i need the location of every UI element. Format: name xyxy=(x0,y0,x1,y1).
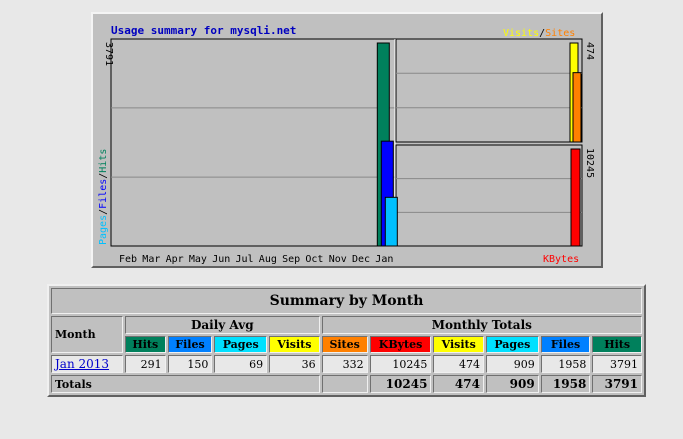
value-cell: 1958 xyxy=(540,355,591,373)
totals-spacer xyxy=(321,375,368,393)
total-cell: 474 xyxy=(433,375,484,393)
month-tick-label: Apr xyxy=(166,254,184,265)
daily-hits-header: Hits xyxy=(125,336,166,353)
month-tick-label: Jun xyxy=(212,254,230,265)
legend-sites: Sites xyxy=(545,28,575,39)
visits-plot-frame xyxy=(395,38,583,143)
sites-bar xyxy=(572,72,582,143)
monthly-totals-header: Monthly Totals xyxy=(321,316,642,334)
monthly-files-header: Files xyxy=(540,336,591,353)
month-tick-label: Nov xyxy=(329,254,347,265)
month-tick-label: Aug xyxy=(259,254,277,265)
column-headers-row: Hits Files Pages Visits Sites KBytes Visits Pag… xyxy=(51,336,642,353)
month-cell[interactable]: Jan 2013 xyxy=(51,355,123,373)
month-tick-label: Jul xyxy=(236,254,254,265)
legend-visits-sites: Visits/Sites xyxy=(503,28,575,39)
total-cell: 10245 xyxy=(369,375,432,393)
month-tick-label: Sep xyxy=(282,254,300,265)
daily-avg-header: Daily Avg xyxy=(125,316,320,334)
value-cell: 3791 xyxy=(592,355,642,373)
kbytes-max-label: 10245 xyxy=(584,148,595,178)
daily-visits-header: Visits xyxy=(269,336,320,353)
total-cell: 909 xyxy=(485,375,539,393)
hits-max-label: 3791 xyxy=(103,42,114,66)
legend-pages: Pages xyxy=(98,215,109,245)
legend-pages-files-hits: Pages/Files/Hits xyxy=(98,149,109,245)
legend-files: Files xyxy=(98,179,109,209)
month-link[interactable]: Jan 2013 xyxy=(55,357,109,371)
monthly-visits-header: Visits xyxy=(433,336,484,353)
totals-row: Totals 10245 474 909 1958 3791 xyxy=(51,375,642,393)
total-cell: 3791 xyxy=(592,375,642,393)
monthly-kbytes-header: KBytes xyxy=(369,336,432,353)
visits-max-label: 474 xyxy=(584,42,595,60)
summary-by-month-table: Summary by Month Month Daily Avg Monthly… xyxy=(47,284,646,397)
daily-files-header: Files xyxy=(167,336,213,353)
legend-kbytes: KBytes xyxy=(543,254,579,265)
kbytes-bar xyxy=(570,148,581,247)
kbytes-plot-frame xyxy=(395,144,583,247)
legend-hits: Hits xyxy=(98,149,109,173)
month-column-header: Month xyxy=(51,316,123,353)
usage-graph: Usage summary for mysqli.net Visits/Sites… xyxy=(91,12,603,268)
value-cell: 150 xyxy=(167,355,213,373)
value-cell: 10245 xyxy=(369,355,432,373)
monthly-pages-header: Pages xyxy=(485,336,539,353)
value-cell: 291 xyxy=(125,355,166,373)
monthly-hits-header: Hits xyxy=(592,336,642,353)
hits-plot-frame xyxy=(110,38,396,247)
value-cell: 332 xyxy=(321,355,368,373)
value-cell: 69 xyxy=(214,355,268,373)
table-row: Jan 2013 291 150 69 36 332 10245 474 909 1958 379… xyxy=(51,355,642,373)
value-cell: 474 xyxy=(433,355,484,373)
daily-pages-header: Pages xyxy=(214,336,268,353)
month-tick-label: May xyxy=(189,254,207,265)
totals-label: Totals xyxy=(51,375,320,393)
month-tick-label: Feb xyxy=(119,254,137,265)
pages-bar xyxy=(384,196,398,247)
summary-title: Summary by Month xyxy=(51,288,642,314)
value-cell: 36 xyxy=(269,355,320,373)
month-tick-label: Oct xyxy=(305,254,323,265)
total-cell: 1958 xyxy=(540,375,591,393)
graph-title: Usage summary for mysqli.net xyxy=(111,24,296,37)
month-tick-label: Dec xyxy=(352,254,370,265)
legend-visits: Visits xyxy=(503,28,539,39)
value-cell: 909 xyxy=(485,355,539,373)
usage-graph-svg: Usage summary for mysqli.net Visits/Sites… xyxy=(98,24,595,265)
month-tick-label: Jan xyxy=(375,254,393,265)
monthly-sites-header: Sites xyxy=(321,336,368,353)
month-tick-label: Mar xyxy=(142,254,160,265)
